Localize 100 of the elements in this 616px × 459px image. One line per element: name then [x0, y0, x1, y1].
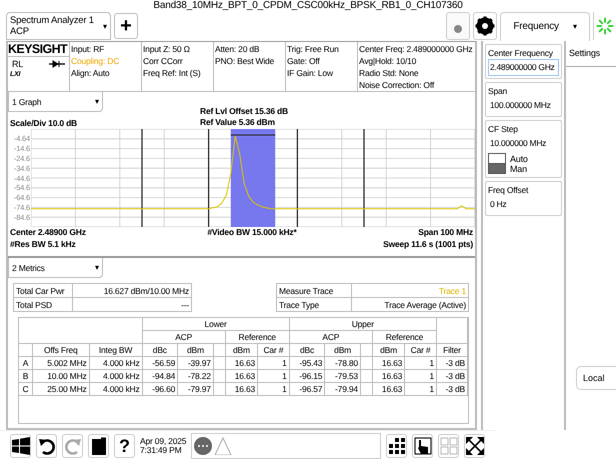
- local-button[interactable]: Local: [576, 366, 616, 390]
- triangle-icon: [214, 437, 232, 455]
- column-header: Offs Freq: [32, 344, 90, 356]
- table-cell: 10.00 MHz: [32, 370, 90, 382]
- table-cell: -78.22: [178, 370, 214, 382]
- table-cell: 4.000 kHz: [89, 370, 142, 382]
- value-field[interactable]: 100.000000 MHz: [488, 97, 559, 114]
- status-text: Atten: 20 dB: [215, 43, 260, 55]
- graph-label: #Res BW 5.1 kHz: [9, 239, 76, 251]
- table-cell: Trace Type: [276, 298, 352, 312]
- add-screen-button[interactable]: +: [114, 13, 138, 39]
- table-cell: 16.63: [372, 356, 405, 370]
- column-header: ACP: [142, 330, 226, 344]
- table-cell: 4.000 kHz: [89, 356, 142, 370]
- column-header: Reference: [225, 330, 290, 344]
- column-header: Upper: [289, 318, 436, 330]
- table-cell: 1: [404, 370, 436, 382]
- window-grid-icon: [440, 437, 458, 455]
- column-header: Integ BW: [89, 344, 142, 356]
- status-text: Avg|Hold: 10/10: [359, 55, 418, 67]
- table-cell: -78.80: [324, 356, 360, 370]
- status-text: Noise Correction: Off: [359, 79, 436, 91]
- date-text: Apr 09, 2025: [140, 437, 186, 446]
- table-cell: -79.94: [324, 382, 360, 396]
- files-button[interactable]: [88, 434, 109, 458]
- column-header: dBm: [225, 344, 258, 356]
- settings-button[interactable]: [473, 12, 497, 40]
- status-text: Input: RF: [71, 43, 106, 55]
- time-text: 7:31:49 PM: [140, 446, 182, 455]
- option-label: Auto: [510, 154, 528, 164]
- grid-icon: [388, 437, 406, 455]
- control-label: CF Step: [488, 123, 519, 135]
- graph-selector[interactable]: 1 Graph ▾: [8, 92, 103, 112]
- brand-logo: KEYSIGHT: [8, 42, 69, 57]
- table-cell: 16.63: [225, 356, 258, 370]
- table-cell: Total PSD: [14, 298, 72, 312]
- table-cell: -79.53: [324, 370, 360, 382]
- value-field[interactable]: 0 Hz: [488, 196, 559, 213]
- table-cell: 16.627 dBm/10.00 MHz: [72, 284, 192, 298]
- help-button[interactable]: ?: [114, 434, 135, 458]
- table-cell: -56.59: [142, 356, 178, 370]
- table-cell: Trace 1: [352, 284, 468, 298]
- status-text: Gate: Off: [287, 55, 321, 67]
- caret-icon: ▾: [572, 22, 577, 31]
- table-cell: -95.43: [289, 356, 325, 370]
- table-cell: 16.63: [225, 370, 258, 382]
- input-arrow-icon: [49, 60, 65, 68]
- keypad-button[interactable]: [386, 434, 407, 458]
- fullscreen-button[interactable]: [464, 434, 485, 458]
- table-cell: -94.84: [142, 370, 178, 382]
- table-cell: Measure Trace: [276, 284, 352, 298]
- settings-tab[interactable]: Settings: [566, 41, 616, 67]
- undo-button[interactable]: [36, 434, 57, 458]
- table-cell: Total Car Pwr: [14, 284, 72, 298]
- table-cell: -79.97: [178, 382, 214, 396]
- graph-label: #Video BW 15.000 kHz*: [206, 227, 297, 239]
- table-cell: 4.000 kHz: [89, 382, 142, 396]
- column-header: Lower: [142, 318, 290, 330]
- switch-segment[interactable]: [488, 153, 506, 164]
- table-cell: -3 dB: [436, 370, 468, 382]
- caret-icon: ▾: [95, 263, 99, 272]
- column-header: dBm: [178, 344, 214, 356]
- value-field[interactable]: 10.000000 MHz: [488, 135, 559, 152]
- graph-label: Scale/Div 10.0 dB: [9, 118, 78, 129]
- hand-pointer-icon: [414, 437, 432, 455]
- column-header: Reference: [372, 330, 436, 344]
- selector-label: 2 Metrics: [12, 262, 45, 272]
- table-cell: C: [19, 382, 32, 396]
- loading-spinner-icon: [596, 17, 614, 35]
- status-text: IF Gain: Low: [287, 67, 334, 79]
- column-header: dBm: [324, 344, 360, 356]
- column-header: Car #: [404, 344, 436, 356]
- status-text: Trig: Free Run: [287, 43, 340, 55]
- graph-label: Span 100 MHz: [417, 227, 473, 239]
- table-cell: 1: [404, 382, 436, 396]
- table-cell: -3 dB: [436, 382, 468, 396]
- table-cell: 1: [404, 356, 436, 370]
- switch-segment[interactable]: [488, 164, 506, 174]
- metrics-selector[interactable]: 2 Metrics ▾: [8, 258, 103, 278]
- menu-selector[interactable]: Frequency ▾: [500, 12, 590, 40]
- table-cell: -3 dB: [436, 356, 468, 370]
- selector-label: Spectrum Analyzer 1: [10, 15, 95, 26]
- control-label: Span: [488, 85, 508, 97]
- column-header: dBc: [289, 344, 325, 356]
- graph-label: Center 2.48900 GHz: [9, 227, 86, 239]
- caret-icon: ▾: [103, 22, 107, 30]
- touch-button[interactable]: [412, 434, 433, 458]
- column-header: dBm: [372, 344, 405, 356]
- status-text: Freq Ref: Int (S): [143, 67, 202, 79]
- expand-arrows-icon: [466, 437, 484, 455]
- option-label: Man: [510, 164, 528, 174]
- windows-icon: [12, 437, 30, 455]
- column-header: Filter: [436, 344, 468, 356]
- value-field[interactable]: 2.489000000 GHz: [488, 59, 559, 76]
- status-text: PNO: Best Wide: [215, 55, 276, 67]
- start-button[interactable]: [10, 434, 31, 458]
- status-text: Corr CCorr: [143, 55, 184, 67]
- table-cell: A: [19, 356, 32, 370]
- more-icon: [194, 437, 212, 455]
- graph-label: Ref Lvl Offset 15.36 dB: [199, 106, 288, 117]
